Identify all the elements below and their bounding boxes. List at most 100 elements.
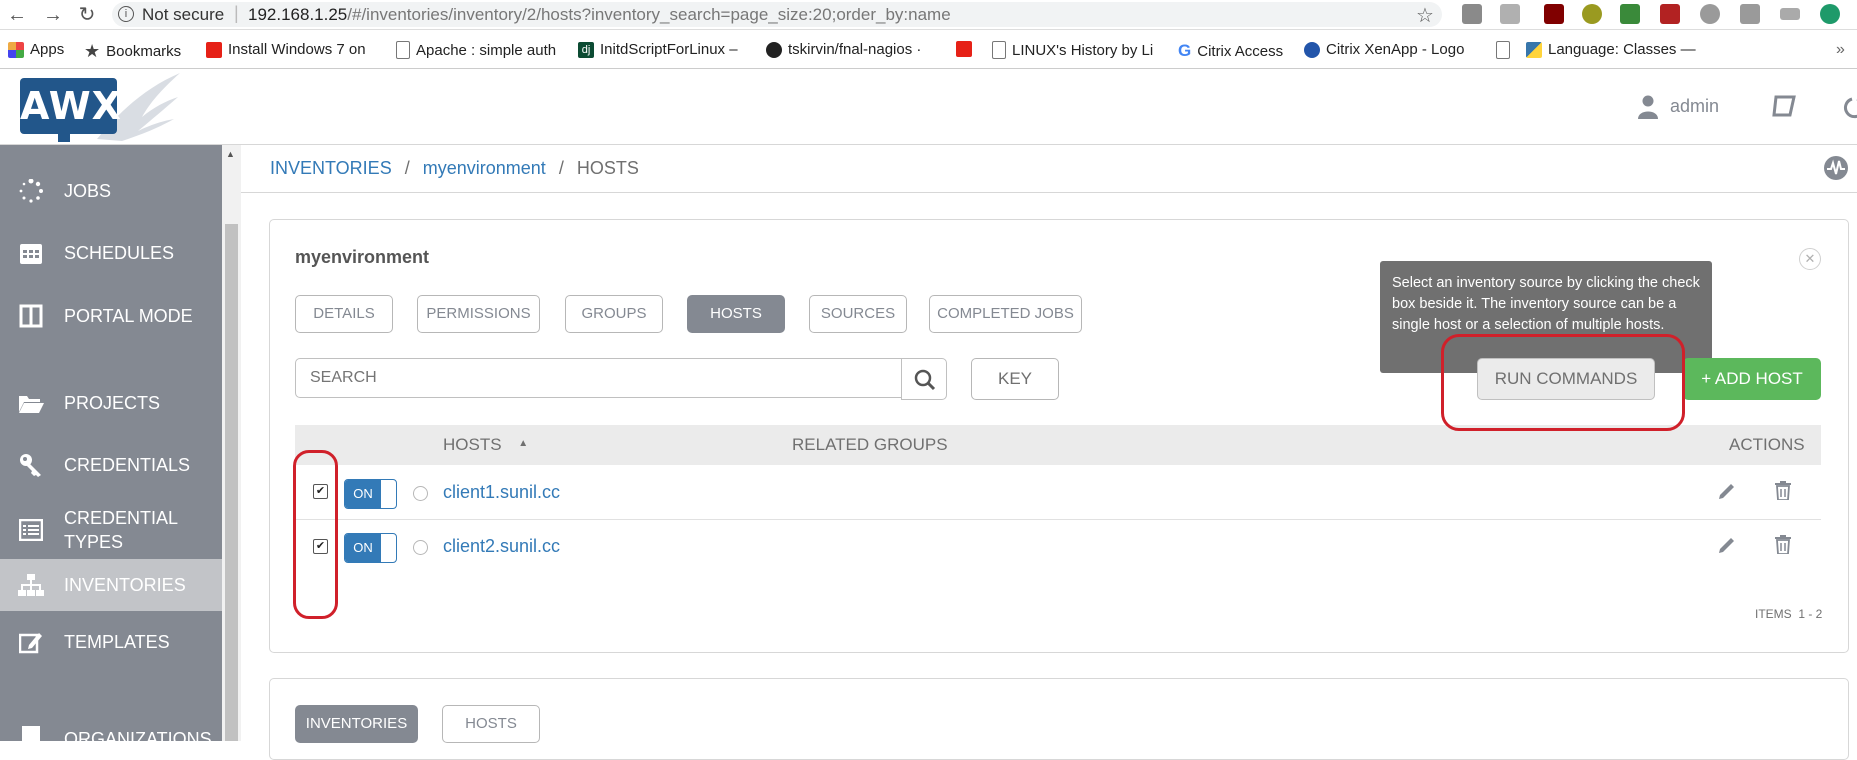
delete-trash-icon[interactable]: [1775, 535, 1791, 554]
extension-icon[interactable]: [1620, 4, 1640, 24]
forward-icon[interactable]: →: [40, 2, 66, 28]
scrollbar-thumb[interactable]: [225, 224, 238, 741]
annotation-highlight-checkboxes: [293, 450, 338, 619]
scroll-up-icon[interactable]: ▲: [226, 149, 235, 159]
bookmark-star-icon[interactable]: ☆: [1416, 3, 1434, 28]
host-link[interactable]: client2.sunil.cc: [443, 536, 560, 557]
delete-trash-icon[interactable]: [1775, 481, 1791, 500]
extension-icon[interactable]: [1700, 4, 1720, 24]
google-icon: G: [1178, 41, 1192, 60]
breadcrumb-current: HOSTS: [576, 158, 639, 178]
bookmark-page[interactable]: [1496, 41, 1510, 59]
bookmark-github[interactable]: tskirvin/fnal-nagios ·: [766, 41, 921, 58]
edit-pencil-icon[interactable]: [1718, 482, 1736, 500]
bookmark-label: Language: Classes —: [1548, 41, 1696, 58]
bookmark-label: Install Windows 7 on: [228, 41, 366, 58]
add-host-button[interactable]: + ADD HOST: [1683, 358, 1821, 400]
awx-logo[interactable]: AWX: [20, 78, 121, 134]
back-icon[interactable]: ←: [4, 2, 30, 28]
breadcrumb-divider: [241, 192, 1857, 193]
column-related-groups: RELATED GROUPS: [792, 435, 948, 454]
list-alt-icon: [18, 517, 44, 543]
items-label: ITEMS: [1755, 607, 1792, 621]
bookmark-citrix-access[interactable]: G Citrix Access: [1178, 41, 1283, 61]
sidebar-item-templates[interactable]: TEMPLATES: [0, 622, 222, 662]
bookmark-initd[interactable]: dj InitdScriptForLinux –: [578, 41, 738, 58]
sidebar-item-schedules[interactable]: SCHEDULES: [0, 233, 222, 273]
search-button[interactable]: [901, 358, 947, 400]
page-icon: [396, 41, 410, 59]
sidebar-item-credential-types[interactable]: CREDENTIAL TYPES: [0, 501, 222, 559]
bookmark-label: Apps: [30, 41, 65, 58]
sidebar-item-projects[interactable]: PROJECTS: [0, 383, 222, 423]
panel-title: myenvironment: [295, 247, 430, 267]
sidebar-item-organizations[interactable]: ORGANIZATIONS: [0, 719, 222, 759]
extension-icon[interactable]: [1820, 4, 1840, 24]
extension-icon[interactable]: [1582, 4, 1602, 24]
items-count: ITEMS 1 - 2: [1755, 607, 1822, 621]
url-text: 192.168.1.25/#/inventories/inventory/2/h…: [248, 5, 951, 25]
bookmark-bookmarks[interactable]: ★ Bookmarks: [84, 41, 181, 62]
tab-groups[interactable]: GROUPS: [565, 295, 663, 333]
bookmark-citrix-xenapp[interactable]: Citrix XenApp - Logo: [1304, 41, 1464, 58]
bookmark-label: Citrix Access: [1197, 42, 1284, 60]
breadcrumb-inventories[interactable]: INVENTORIES: [270, 158, 392, 178]
sidebar-item-label: PORTAL MODE: [64, 305, 193, 326]
tab-hosts[interactable]: HOSTS: [687, 295, 785, 333]
activity-stream-icon[interactable]: [1823, 155, 1849, 181]
sidebar: JOBS SCHEDULES PORTAL MODE PROJECTS CRED…: [0, 145, 222, 752]
browser-toolbar: ← → ↻ i Not secure | 192.168.1.25/#/inve…: [0, 0, 1857, 30]
bookmark-apps[interactable]: Apps: [8, 41, 64, 58]
tab-sources[interactable]: SOURCES: [809, 295, 907, 333]
more-bookmarks-icon[interactable]: »: [1836, 41, 1845, 59]
tab-completed-jobs[interactable]: COMPLETED JOBS: [929, 295, 1082, 333]
bookmark-install-windows[interactable]: Install Windows 7 on: [206, 41, 366, 58]
sidebar-item-portal-mode[interactable]: PORTAL MODE: [0, 296, 222, 336]
address-bar[interactable]: i Not secure | 192.168.1.25/#/inventorie…: [112, 2, 1442, 27]
reload-icon[interactable]: ↻: [74, 2, 100, 28]
sidebar-scrollbar[interactable]: ▲: [222, 145, 241, 741]
sidebar-item-inventories[interactable]: INVENTORIES: [0, 559, 222, 611]
bookmark-youtube[interactable]: [956, 41, 972, 57]
user-icon: [1638, 95, 1658, 119]
bookmark-apache[interactable]: Apache : simple auth: [396, 41, 556, 59]
sort-ascending-icon[interactable]: ▲: [518, 438, 528, 449]
tab-lower-inventories[interactable]: INVENTORIES: [295, 705, 418, 743]
pdf-icon[interactable]: [1660, 4, 1680, 24]
edit-pencil-icon[interactable]: [1718, 536, 1736, 554]
tab-lower-hosts[interactable]: HOSTS: [442, 705, 540, 743]
camera-icon[interactable]: [1740, 4, 1760, 24]
items-range: 1 - 2: [1798, 607, 1823, 621]
extension-icon[interactable]: [1780, 8, 1800, 20]
column-hosts[interactable]: HOSTS ▲: [443, 435, 528, 455]
key-button[interactable]: KEY: [971, 358, 1059, 400]
bookmark-language-classes[interactable]: Language: Classes —: [1526, 41, 1696, 58]
spinner-icon: [18, 178, 44, 204]
bookmark-label: Apache : simple auth: [416, 41, 557, 59]
django-icon: dj: [578, 41, 594, 58]
extension-icon[interactable]: [1500, 4, 1520, 24]
annotation-highlight-run-commands: [1441, 334, 1685, 431]
breadcrumb-inventory[interactable]: myenvironment: [423, 158, 546, 178]
sidebar-item-jobs[interactable]: JOBS: [0, 171, 222, 211]
bookmark-label: Citrix XenApp - Logo: [1326, 41, 1465, 58]
close-icon[interactable]: ✕: [1799, 248, 1821, 270]
extension-icon[interactable]: [1462, 4, 1482, 24]
book-icon[interactable]: [1772, 95, 1796, 117]
sidebar-item-label: TEMPLATES: [64, 631, 170, 652]
column-hosts-label: HOSTS: [443, 435, 502, 454]
sidebar-item-label-line1: CREDENTIAL: [64, 508, 179, 528]
search-input[interactable]: [295, 358, 911, 398]
tab-details[interactable]: DETAILS: [295, 295, 393, 333]
user-name[interactable]: admin: [1670, 96, 1719, 117]
bookmark-linux-history[interactable]: LINUX's History by Li: [992, 41, 1153, 59]
host-link[interactable]: client1.sunil.cc: [443, 482, 560, 503]
logo-stand: [58, 134, 70, 142]
power-icon[interactable]: [1842, 93, 1857, 119]
host-enabled-toggle[interactable]: ON: [344, 533, 397, 563]
bookmarks-bar: Apps ★ Bookmarks Install Windows 7 on Ap…: [0, 34, 1857, 69]
sidebar-item-credentials[interactable]: CREDENTIALS: [0, 445, 222, 485]
ublock-icon[interactable]: [1544, 4, 1564, 24]
host-enabled-toggle[interactable]: ON: [344, 479, 397, 509]
tab-permissions[interactable]: PERMISSIONS: [417, 295, 540, 333]
